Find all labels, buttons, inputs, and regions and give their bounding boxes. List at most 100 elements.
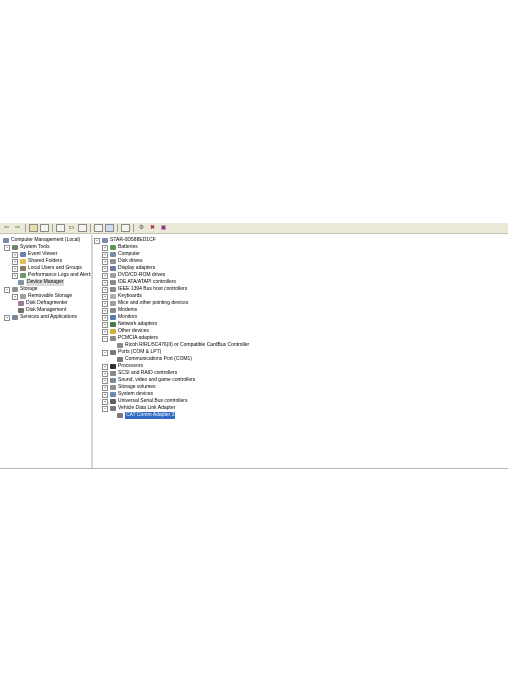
expand-toggle[interactable]: + (102, 314, 108, 321)
tree-item-disk-defragmenter[interactable]: Disk Defragmenter (18, 300, 68, 307)
update-driver-icon[interactable]: ✖ (148, 224, 157, 232)
tree-item-storage[interactable]: − Storage (4, 286, 38, 293)
expand-toggle[interactable]: + (102, 377, 108, 384)
properties-icon[interactable] (56, 224, 65, 232)
tree-item-local-users[interactable]: + Local Users and Groups (12, 265, 82, 272)
expand-toggle[interactable]: + (102, 307, 108, 314)
expand-toggle[interactable]: + (102, 258, 108, 265)
expand-toggle[interactable]: + (102, 293, 108, 300)
ide-controller-icon (110, 280, 116, 285)
device-category[interactable]: + System devices (102, 391, 153, 398)
device-category[interactable]: + Processors (102, 363, 143, 370)
device-tree-root-label: STAR-0D588ED1CF (110, 237, 156, 243)
print-icon[interactable]: ▭ (67, 224, 76, 232)
device-item[interactable]: Ricoh R/RL/5C476(II) or Compatible CardB… (117, 342, 249, 349)
tree-item-system-tools[interactable]: − System Tools (4, 244, 50, 251)
expand-toggle[interactable]: + (102, 384, 108, 391)
shared-folder-icon (20, 259, 26, 264)
expand-toggle[interactable]: + (102, 363, 108, 370)
computer-icon (3, 238, 9, 243)
expand-toggle[interactable]: + (12, 251, 18, 258)
modem-icon (110, 308, 116, 313)
device-item-selected[interactable]: CAT Comm Adapter 3 (117, 412, 176, 419)
vehicle-adapter-icon (110, 406, 116, 411)
device-category[interactable]: − PCMCIA adapters (102, 335, 158, 342)
device-category[interactable]: + Modems (102, 307, 137, 314)
view-icon[interactable] (121, 224, 130, 232)
show-hide-tree-icon[interactable] (40, 224, 49, 232)
tree-item-services[interactable]: + Services and Applications (4, 314, 77, 321)
tree-item-disk-management[interactable]: Disk Management (18, 307, 66, 314)
usb-icon (110, 399, 116, 404)
port-icon (110, 350, 116, 355)
device-tree-pane[interactable]: − STAR-0D588ED1CF + Batteries + Computer +… (93, 235, 508, 468)
collapse-toggle[interactable]: − (94, 237, 100, 244)
forward-icon[interactable]: ⇨ (13, 224, 22, 232)
device-category[interactable]: + SCSI and RAID controllers (102, 370, 177, 377)
expand-toggle[interactable]: + (12, 272, 18, 279)
tree-item-label: Computer Management (Local) (11, 237, 81, 243)
console-tree-pane[interactable]: Computer Management (Local) − System Too… (0, 235, 92, 468)
tree-item-performance-logs[interactable]: + Performance Logs and Alert: (12, 272, 91, 279)
expand-toggle[interactable]: + (102, 265, 108, 272)
device-category[interactable]: + Computer (102, 251, 140, 258)
device-item[interactable]: Communications Port (COM1) (117, 356, 192, 363)
back-icon[interactable]: ⇦ (2, 224, 11, 232)
device-category[interactable]: + DVD/CD-ROM drives (102, 272, 165, 279)
expand-toggle[interactable]: + (102, 244, 108, 251)
device-category[interactable]: + Other devices (102, 328, 149, 335)
collapse-toggle[interactable]: − (102, 349, 108, 356)
tree-item-removable-storage[interactable]: + Removable Storage (12, 293, 72, 300)
device-category[interactable]: − Vehicle Data Link Adapter (102, 405, 175, 412)
expand-toggle[interactable]: + (102, 370, 108, 377)
pcmcia-icon (110, 336, 116, 341)
device-category-label: Vehicle Data Link Adapter (118, 405, 176, 411)
expand-toggle[interactable]: + (102, 321, 108, 328)
device-category[interactable]: + Disk drives (102, 258, 142, 265)
expand-toggle[interactable]: + (4, 314, 10, 321)
help-icon[interactable] (105, 224, 114, 232)
expand-toggle[interactable]: + (102, 286, 108, 293)
tree-item-device-manager[interactable]: Device Manager (18, 279, 65, 286)
tree-item-shared-folders[interactable]: + Shared Folders (12, 258, 62, 265)
device-category-label: Other devices (118, 328, 149, 334)
tree-item-label: Removable Storage (28, 293, 73, 299)
expand-toggle[interactable]: + (12, 265, 18, 272)
device-category[interactable]: + Network adapters (102, 321, 157, 328)
expand-toggle[interactable]: + (102, 398, 108, 405)
uninstall-icon[interactable]: ▣ (159, 224, 168, 232)
up-icon[interactable] (29, 224, 38, 232)
expand-toggle[interactable]: + (12, 258, 18, 265)
device-tree-root[interactable]: − STAR-0D588ED1CF (94, 237, 156, 244)
expand-toggle[interactable]: + (102, 279, 108, 286)
expand-toggle[interactable]: + (12, 293, 18, 300)
collapse-toggle[interactable]: − (4, 244, 10, 251)
expand-toggle[interactable]: + (102, 251, 108, 258)
expand-toggle[interactable]: + (102, 328, 108, 335)
tree-item-label: Disk Defragmenter (26, 300, 68, 306)
device-category[interactable]: + IDE ATA/ATAPI controllers (102, 279, 176, 286)
tree-item-event-viewer[interactable]: + Event Viewer (12, 251, 57, 258)
tree-item-computer-management[interactable]: Computer Management (Local) (3, 237, 80, 244)
device-category[interactable]: + Mice and other pointing devices (102, 300, 188, 307)
device-category[interactable]: − Ports (COM & LPT) (102, 349, 161, 356)
collapse-toggle[interactable]: − (102, 335, 108, 342)
device-category[interactable]: + Universal Serial Bus controllers (102, 398, 187, 405)
collapse-toggle[interactable]: − (4, 286, 10, 293)
device-category[interactable]: + Storage volumes (102, 384, 156, 391)
expand-toggle[interactable]: + (102, 272, 108, 279)
scsi-controller-icon (110, 371, 116, 376)
device-category[interactable]: + Monitors (102, 314, 137, 321)
export-icon[interactable] (94, 224, 103, 232)
refresh-icon[interactable] (78, 224, 87, 232)
collapse-toggle[interactable]: − (102, 405, 108, 412)
device-category[interactable]: + IEEE 1394 Bus host controllers (102, 286, 187, 293)
device-category[interactable]: + Keyboards (102, 293, 142, 300)
device-category[interactable]: + Sound, video and game controllers (102, 377, 195, 384)
device-category[interactable]: + Display adapters (102, 265, 155, 272)
expand-toggle[interactable]: + (102, 300, 108, 307)
scan-hardware-icon[interactable]: ⚙ (137, 224, 146, 232)
defrag-icon (18, 301, 24, 306)
expand-toggle[interactable]: + (102, 391, 108, 398)
device-category[interactable]: + Batteries (102, 244, 138, 251)
